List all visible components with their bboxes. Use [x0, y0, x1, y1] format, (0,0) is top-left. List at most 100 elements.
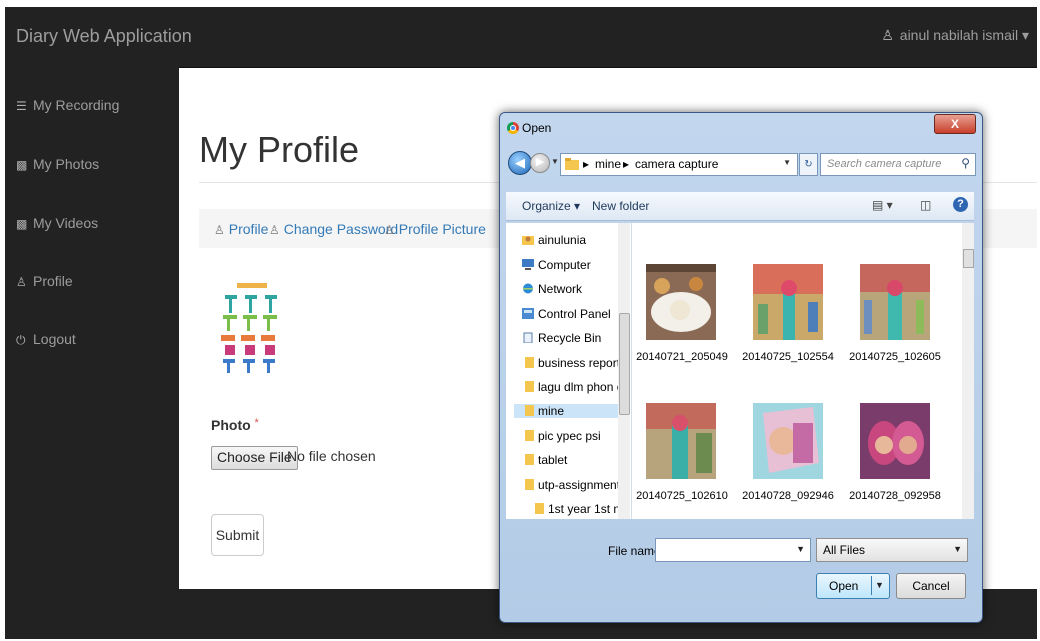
forward-arrow-icon[interactable]: ▶ — [530, 153, 550, 173]
photo-label-text: Photo — [211, 417, 251, 433]
sidebar: ☰ My Recording ▩ My Photos ▩ My Videos ♙ Pro… — [5, 67, 179, 639]
sidebar-item-logout[interactable]: ⏻ Logout — [16, 331, 76, 348]
help-icon[interactable]: ? — [953, 197, 968, 212]
submit-button[interactable]: Submit — [211, 514, 264, 556]
organize-menu[interactable]: Organize ▾ — [522, 199, 580, 213]
nav-item-lagu-dlm-phon[interactable]: lagu dlm phon cl — [522, 380, 625, 394]
file-name: 20140728_092958 — [849, 490, 941, 502]
photo-thumbnail — [646, 403, 716, 479]
refresh-icon[interactable]: ↻ — [799, 153, 818, 176]
chevron-down-icon: ▼ — [953, 544, 962, 554]
folder-icon — [525, 454, 534, 465]
user-icon: ♙ — [881, 27, 894, 43]
sidebar-item-profile[interactable]: ♙ Profile — [16, 273, 73, 289]
chevron-down-icon[interactable]: ▼ — [783, 158, 791, 167]
scrollbar-thumb[interactable] — [963, 249, 974, 268]
cancel-button[interactable]: Cancel — [896, 573, 966, 599]
nav-scrollbar[interactable] — [618, 223, 630, 519]
breadcrumb-camera-capture[interactable]: camera capture — [635, 157, 718, 171]
file-list: 20140721_205049 20140725_102554 20140725… — [632, 223, 962, 519]
user-icon: ♙ — [269, 223, 280, 237]
user-icon: ♙ — [16, 275, 27, 289]
file-name: 20140721_205049 — [636, 351, 728, 363]
app-brand[interactable]: Diary Web Application — [16, 26, 192, 47]
address-bar[interactable]: ▸ mine ▸ camera capture ▼ — [560, 153, 798, 176]
photo-thumbnail — [860, 264, 930, 340]
nav-item-network[interactable]: Network — [522, 282, 582, 296]
nav-item-label: tablet — [538, 453, 568, 467]
power-icon: ⏻ — [16, 333, 26, 347]
sidebar-item-label: My Photos — [33, 156, 100, 172]
video-icon: ▩ — [16, 217, 28, 231]
navigation-pane: ainulunia Computer Network Control Panel… — [506, 223, 632, 519]
view-options-icon[interactable]: ▤ ▾ — [872, 198, 893, 212]
history-dropdown-icon[interactable]: ▼ — [551, 157, 559, 166]
photo-thumbnail — [753, 403, 823, 479]
nav-item-control-panel[interactable]: Control Panel — [522, 307, 611, 321]
file-scrollbar[interactable] — [962, 223, 974, 519]
required-mark: * — [254, 417, 259, 429]
nav-item-pic-ypec-psi[interactable]: pic ypec psi — [522, 429, 601, 443]
file-status-text: No file chosen — [287, 448, 376, 464]
breadcrumb-mine[interactable]: mine — [595, 157, 621, 171]
file-type-select[interactable]: All Files ▼ — [816, 538, 968, 562]
tab-profile-picture[interactable]: ♙ Profile Picture — [384, 221, 486, 237]
sidebar-item-my-recording[interactable]: ☰ My Recording — [16, 97, 119, 113]
chevron-down-icon[interactable]: ▼ — [875, 580, 884, 590]
close-button[interactable]: X — [934, 114, 976, 134]
breadcrumb-separator-icon: ▸ — [623, 157, 630, 171]
nav-item-computer[interactable]: Computer — [522, 258, 591, 272]
photo-field-label: Photo * — [211, 417, 259, 433]
new-folder-button[interactable]: New folder — [592, 199, 649, 213]
nav-item-recycle-bin[interactable]: Recycle Bin — [522, 331, 601, 345]
nav-item-business-report[interactable]: business report — [522, 356, 620, 370]
photo-thumbnail — [860, 403, 930, 479]
top-navbar: Diary Web Application ♙ ainul nabilah is… — [5, 7, 1037, 68]
user-icon: ♙ — [384, 223, 395, 237]
tab-label: Profile — [228, 221, 269, 237]
search-input[interactable]: Search camera capture ⚲ — [820, 153, 976, 176]
open-button[interactable]: Open ▼ — [816, 573, 890, 599]
dialog-title: Open — [522, 121, 552, 135]
user-menu[interactable]: ♙ ainul nabilah ismail ▾ — [881, 27, 1029, 44]
tab-label: Change Password — [283, 221, 399, 237]
nav-item-label: Recycle Bin — [538, 331, 602, 345]
divider — [871, 576, 872, 595]
nav-item-label: Network — [538, 282, 583, 296]
tab-change-password[interactable]: ♙ Change Password — [269, 221, 398, 237]
file-name: 20140725_102554 — [742, 351, 834, 363]
sidebar-item-label: Logout — [33, 331, 76, 347]
nav-item-ainulunia[interactable]: ainulunia — [522, 233, 586, 247]
choose-file-button[interactable]: Choose File — [211, 446, 298, 470]
sidebar-item-label: My Videos — [33, 215, 99, 231]
preview-pane-icon[interactable]: ◫ — [920, 198, 931, 212]
sidebar-item-my-videos[interactable]: ▩ My Videos — [16, 215, 98, 231]
file-name-input[interactable]: ▼ — [655, 538, 811, 562]
folder-icon — [525, 405, 534, 416]
nav-item-label: Control Panel — [538, 307, 611, 321]
scrollbar-thumb[interactable] — [619, 313, 630, 415]
nav-item-label: business report — [538, 356, 621, 370]
nav-item-label: utp-assignment — [538, 478, 621, 492]
network-icon — [523, 283, 533, 294]
recycle-bin-icon — [523, 332, 533, 343]
folder-icon — [525, 430, 534, 441]
nav-item-mine[interactable]: mine — [514, 404, 630, 418]
back-arrow-icon[interactable]: ◀ — [508, 151, 532, 175]
nav-item-1st-year[interactable]: 1st year 1st not — [532, 502, 630, 516]
file-name: 20140725_102610 — [636, 490, 728, 502]
nav-item-utp-assignment[interactable]: utp-assignment — [522, 478, 620, 492]
folder-icon — [525, 381, 534, 392]
computer-icon — [522, 259, 534, 270]
profile-avatar — [215, 265, 291, 391]
search-icon: ⚲ — [961, 156, 970, 170]
file-type-value: All Files — [823, 543, 866, 557]
chevron-down-icon[interactable]: ▼ — [796, 544, 805, 554]
list-icon: ☰ — [16, 99, 27, 113]
sidebar-item-my-photos[interactable]: ▩ My Photos — [16, 156, 99, 172]
image-icon: ▩ — [16, 158, 28, 172]
tab-profile[interactable]: ♙ Profile — [214, 221, 268, 237]
file-name: 20140728_092946 — [742, 490, 834, 502]
file-name: 20140725_102605 — [849, 351, 941, 363]
nav-item-tablet[interactable]: tablet — [522, 453, 567, 467]
